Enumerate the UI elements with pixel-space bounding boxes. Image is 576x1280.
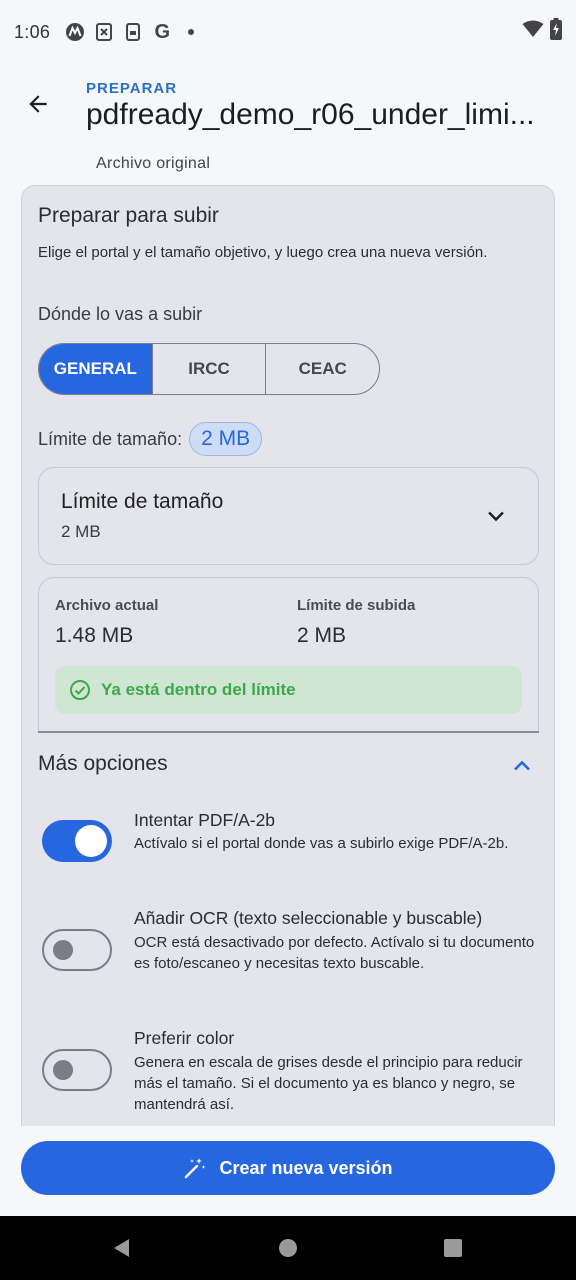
nav-recents-button[interactable] [441,1236,465,1260]
wifi-icon [522,20,544,43]
option-title: Preferir color [134,1028,235,1048]
sim-icon [122,21,144,43]
back-button[interactable] [20,86,56,122]
battery-charging-icon [550,18,562,45]
upload-limit-value: 2 MB [297,624,347,647]
notification-icon [93,21,115,43]
option-description: Genera en escala de grises desde el prin… [134,1054,523,1113]
dropdown-title: Límite de tamaño [61,490,224,513]
size-limit-label: Límite de tamaño: [38,428,183,449]
section-divider [38,731,539,733]
page-subtitle: Archivo original [96,155,211,172]
motorola-icon [64,21,86,43]
page-title: pdfready_demo_r06_under_limi... [86,98,535,131]
color-toggle[interactable] [42,1049,112,1091]
back-triangle-icon [114,1239,129,1257]
size-info-box: Archivo actual 1.48 MB Límite de subida … [38,577,539,731]
system-nav-bar [0,1216,576,1280]
dropdown-value: 2 MB [61,522,101,541]
portal-segmented-control: GENERAL IRCC CEAC [38,343,380,395]
arrow-back-icon [29,95,47,113]
pdfa-toggle[interactable] [42,820,112,862]
portal-label: Dónde lo vas a subir [38,304,203,324]
status-text: Ya está dentro del límite [101,680,296,699]
ocr-toggle[interactable] [42,929,112,971]
eyebrow-label: PREPARAR [86,80,178,97]
more-options-title: Más opciones [38,752,168,775]
current-file-value: 1.48 MB [55,624,134,647]
chevron-down-icon [488,511,504,522]
status-time: 1:06 [14,21,51,42]
home-circle-icon [279,1239,297,1257]
portal-option-ceac[interactable]: CEAC [266,344,379,394]
option-description: OCR está desactivado por defecto. Actíva… [134,934,535,972]
portal-option-general[interactable]: GENERAL [39,344,153,394]
size-limit-dropdown[interactable]: Límite de tamaño 2 MB [38,467,539,565]
status-bar: 1:06 G [0,0,576,64]
app-bar: PREPARAR pdfready_demo_r06_under_limi...… [0,64,576,184]
card-description: Elige el portal y el tamaño objetivo, y … [38,244,488,261]
size-limit-row: Límite de tamaño: 2 MB [38,422,263,456]
create-version-label: Crear nueva versión [219,1157,393,1178]
upload-limit-label: Límite de subida [297,597,416,614]
option-title: Añadir OCR (texto seleccionable y buscab… [134,908,483,928]
status-banner: Ya está dentro del límite [55,666,522,714]
magic-wand-icon [185,1158,206,1179]
nav-home-button[interactable] [276,1236,300,1260]
bottom-action-area: Crear nueva versión [0,1126,576,1216]
current-file-label: Archivo actual [55,597,159,614]
option-title: Intentar PDF/A-2b [134,810,276,830]
size-limit-chip: 2 MB [189,422,263,456]
nav-back-button[interactable] [110,1236,134,1260]
portal-option-ircc[interactable]: IRCC [153,344,267,394]
chevron-up-icon[interactable] [510,754,534,778]
recents-square-icon [444,1239,462,1257]
prepare-card: Preparar para subir Elige el portal y el… [21,185,555,1145]
option-description: Actívalo si el portal donde vas a subirl… [134,835,509,852]
google-icon: G [154,20,171,43]
create-version-button[interactable]: Crear nueva versión [21,1141,555,1195]
dot-icon [180,21,202,43]
card-title: Preparar para subir [38,204,219,227]
check-circle-icon [70,680,90,700]
